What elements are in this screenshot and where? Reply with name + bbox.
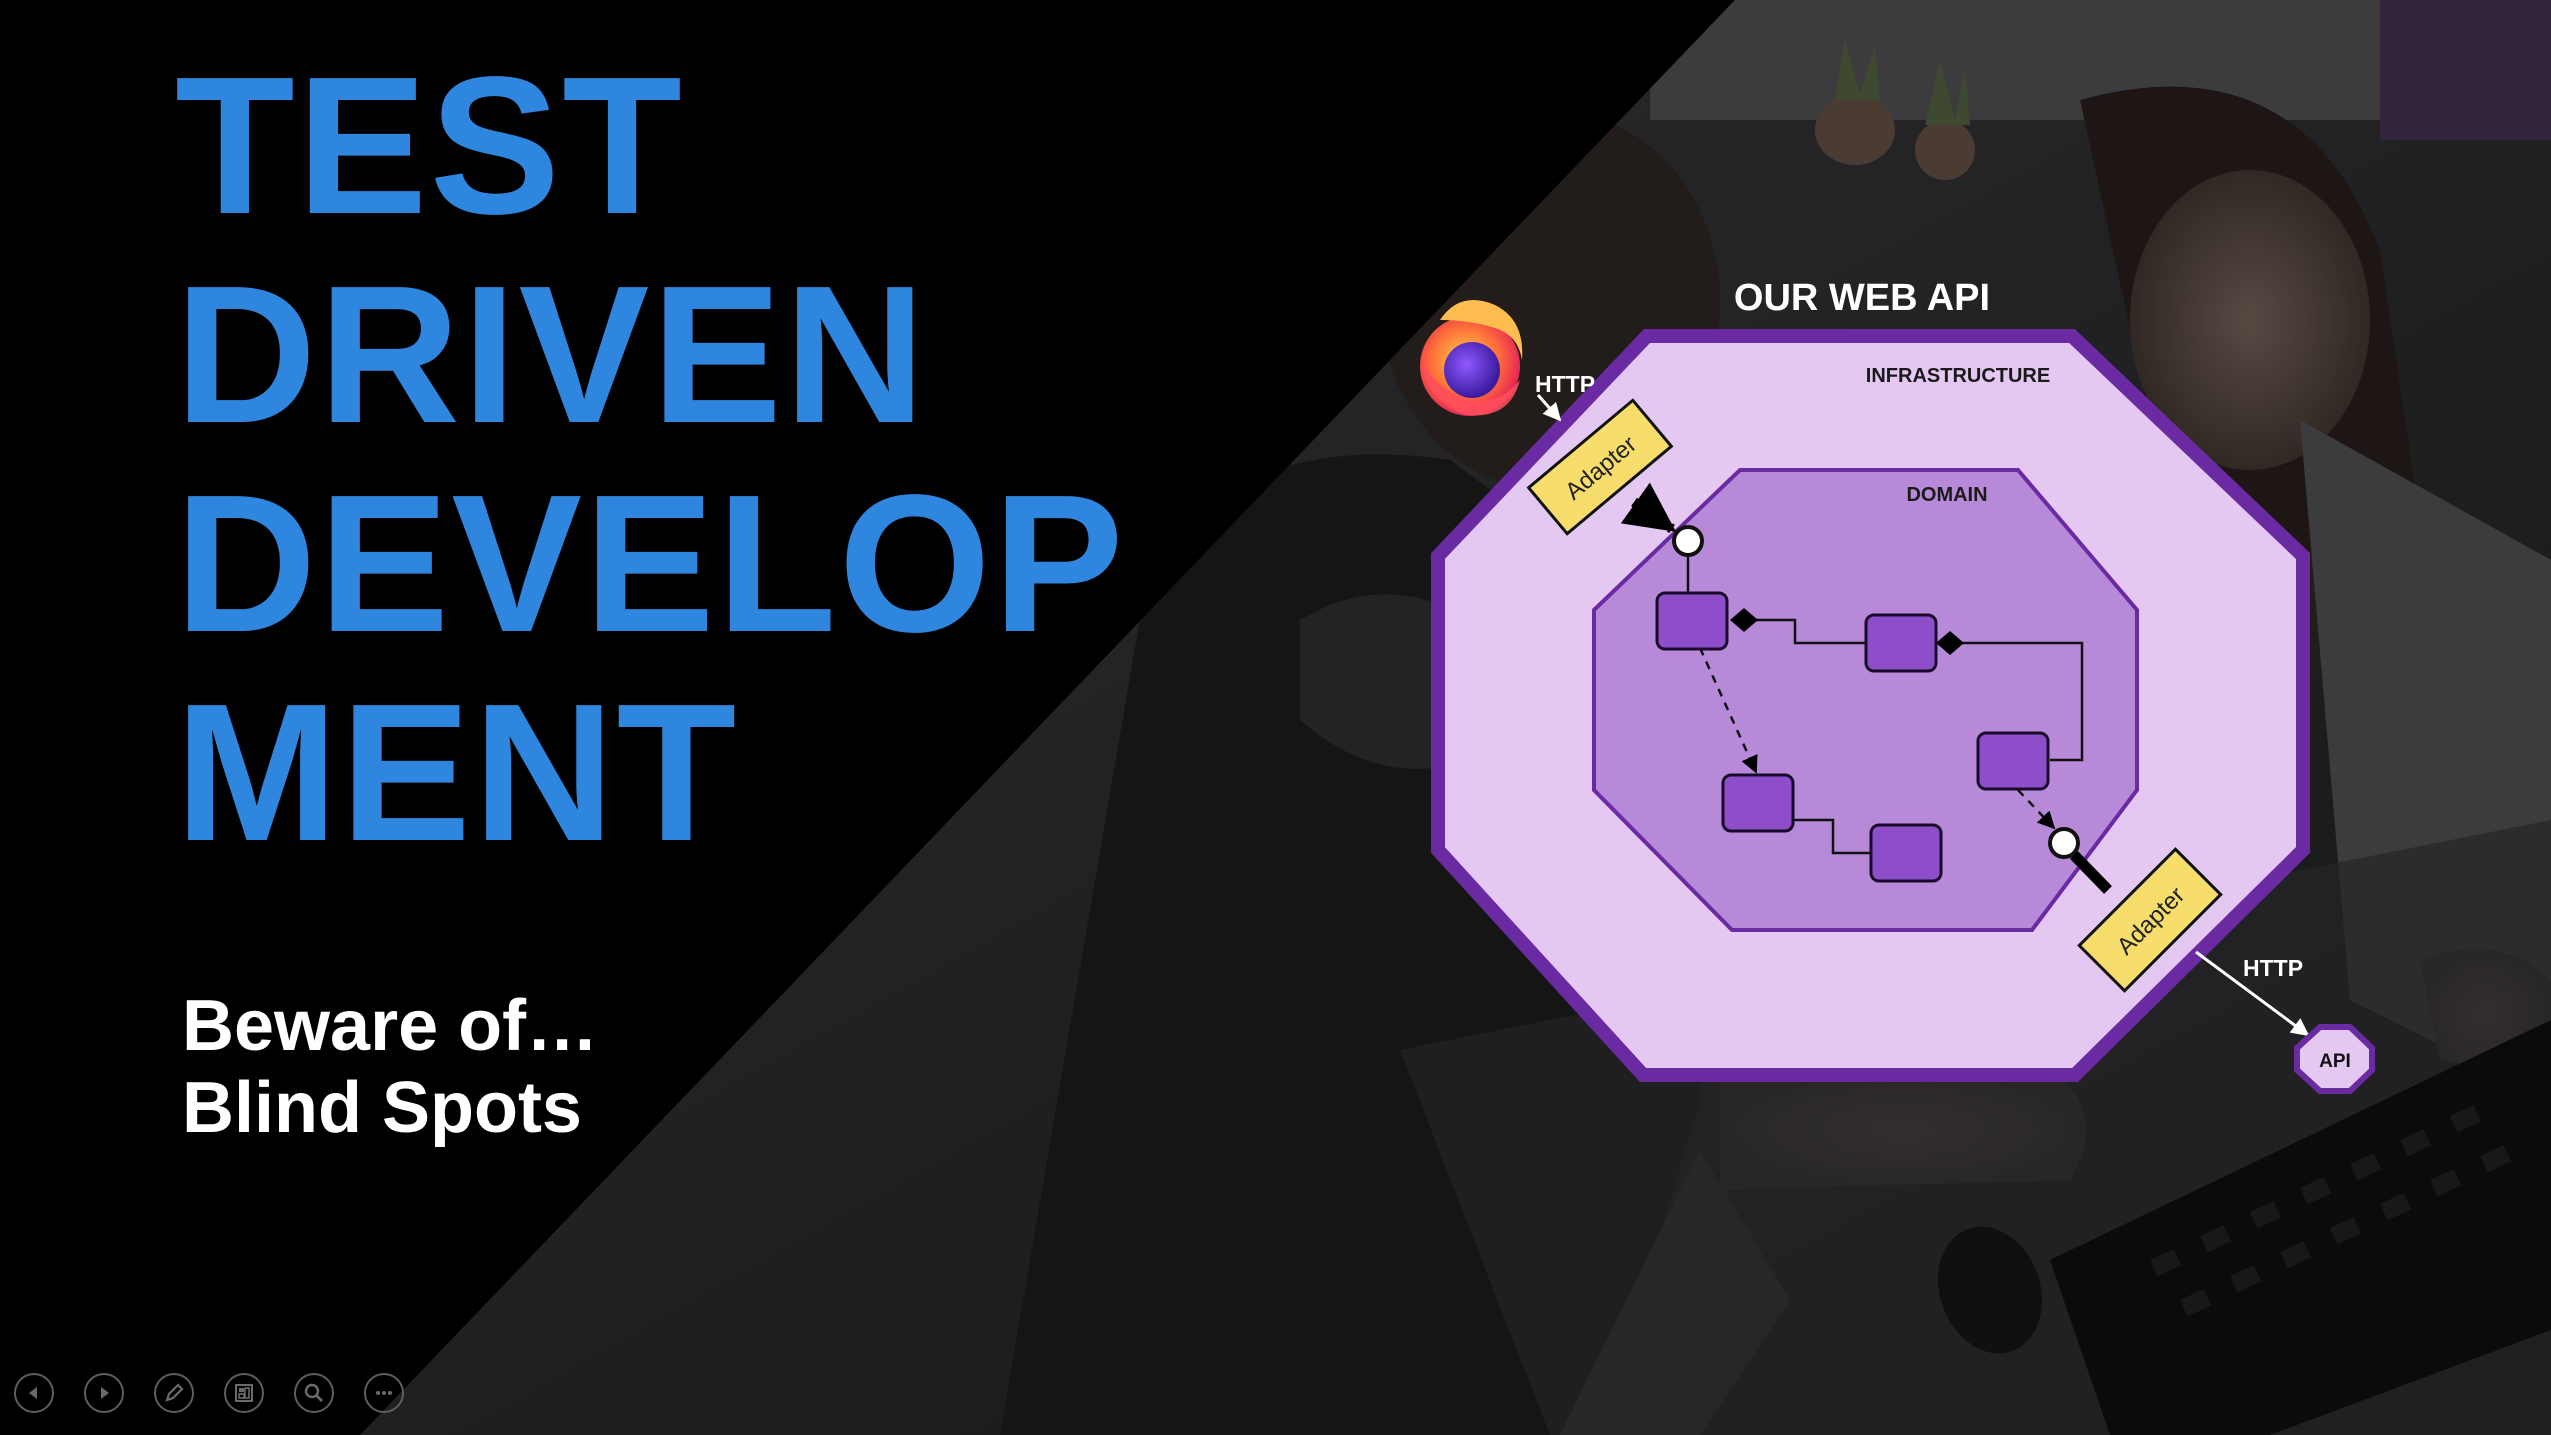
diagram-heading: OUR WEB API — [1734, 277, 1990, 319]
domain-label: DOMAIN — [1906, 484, 1987, 506]
http-in-label: HTTP — [1535, 371, 1595, 397]
architecture-diagram: OUR WEB API INFRASTRUCTURE DOMAIN Adapte… — [1420, 277, 2375, 1094]
previous-slide-button[interactable] — [14, 1373, 54, 1413]
domain-entity-box — [1655, 591, 1729, 651]
slides-grid-icon — [235, 1384, 253, 1402]
arrow-right-icon — [101, 1387, 109, 1399]
pen-button[interactable] — [154, 1373, 194, 1413]
next-slide-button[interactable] — [84, 1373, 124, 1413]
arrow-left-icon — [29, 1387, 37, 1399]
http-out-label: HTTP — [2243, 955, 2303, 981]
see-all-slides-button[interactable] — [224, 1373, 264, 1413]
more-icon — [376, 1391, 392, 1395]
http-in-arrow — [1536, 394, 1562, 422]
pen-icon — [165, 1383, 184, 1402]
infrastructure-label: INFRASTRUCTURE — [1866, 365, 2050, 387]
external-api-label: API — [2319, 1051, 2351, 1072]
firefox-icon — [1420, 300, 1523, 416]
domain-entity-box — [1869, 823, 1943, 883]
external-api-node: API — [2294, 1024, 2375, 1094]
slide: TEST DRIVEN DEVELOP MENT Beware of… Blin… — [0, 0, 2551, 1435]
slideshow-controls — [14, 1373, 404, 1419]
more-options-button[interactable] — [364, 1373, 404, 1413]
domain-entity-box — [1721, 773, 1795, 833]
inbound-port — [1672, 525, 1704, 557]
outbound-port — [2048, 827, 2080, 859]
domain-entity-box — [1976, 731, 2050, 791]
zoom-button[interactable] — [294, 1373, 334, 1413]
magnifier-icon — [304, 1383, 323, 1402]
domain-entity-box — [1864, 613, 1938, 673]
